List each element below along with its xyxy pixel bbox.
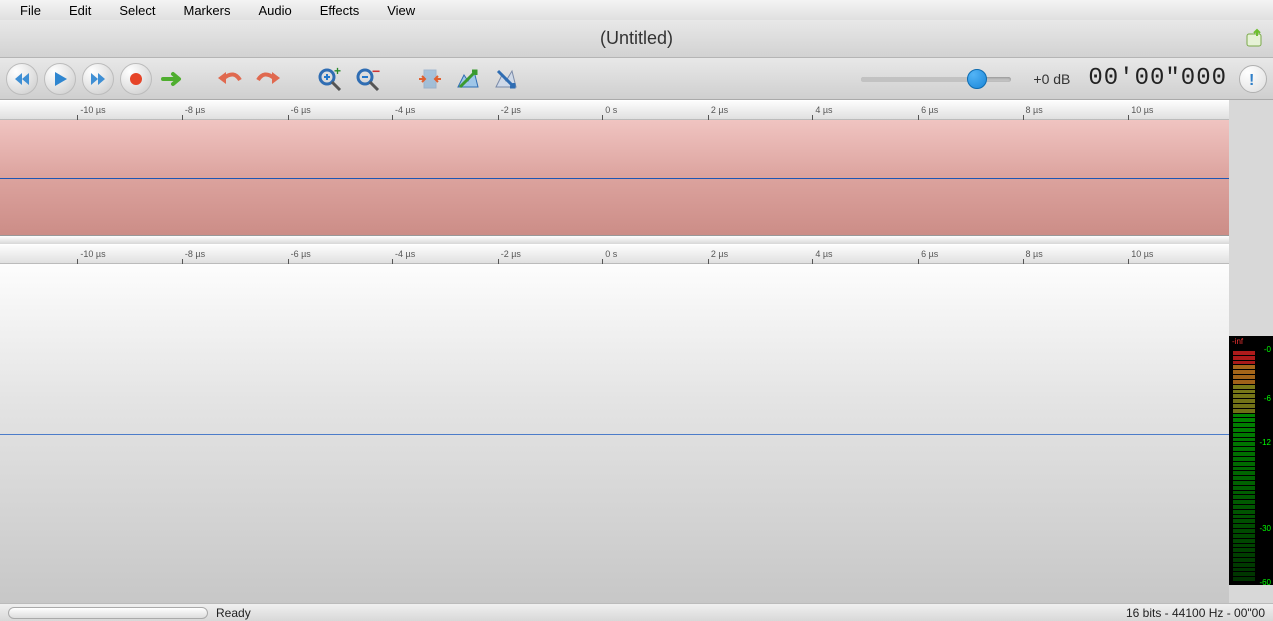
menu-file[interactable]: File — [6, 3, 55, 18]
vu-mark: -30 — [1259, 524, 1271, 533]
menu-markers[interactable]: Markers — [170, 3, 245, 18]
zoom-full-icon[interactable] — [490, 63, 522, 95]
vu-mark: -60 — [1259, 578, 1271, 587]
svg-text:−: − — [372, 67, 380, 79]
undo-button[interactable] — [214, 63, 246, 95]
menu-edit[interactable]: Edit — [55, 3, 105, 18]
volume-slider[interactable] — [861, 72, 1011, 86]
volume-label: +0 dB — [1033, 71, 1070, 87]
status-ready: Ready — [216, 606, 251, 620]
status-bar: Ready 16 bits - 44100 Hz - 00"00 — [0, 603, 1273, 621]
vu-mark: -0 — [1264, 345, 1271, 354]
timecode-display: 00'00"000 — [1088, 65, 1227, 92]
editor-area: -10 µs-8 µs-6 µs-4 µs-2 µs0 s2 µs4 µs6 µ… — [0, 100, 1273, 603]
forward-button[interactable] — [82, 63, 114, 95]
vu-mark: -6 — [1264, 394, 1271, 403]
menu-select[interactable]: Select — [105, 3, 169, 18]
play-button[interactable] — [44, 63, 76, 95]
record-button[interactable] — [120, 63, 152, 95]
svg-text:+: + — [334, 67, 341, 78]
menu-effects[interactable]: Effects — [306, 3, 374, 18]
document-status-icon[interactable] — [1243, 26, 1267, 55]
waveform-track-2[interactable] — [0, 264, 1229, 604]
menu-bar: File Edit Select Markers Audio Effects V… — [0, 0, 1273, 20]
zoom-to-peak-icon[interactable] — [452, 63, 484, 95]
zoom-out-button[interactable]: − — [352, 63, 384, 95]
redo-button[interactable] — [252, 63, 284, 95]
time-ruler-bottom[interactable]: -10 µs-8 µs-6 µs-4 µs-2 µs0 s2 µs4 µs6 µ… — [0, 244, 1229, 264]
vu-meter: -inf -0 -6 -12 -30 -60 — [1229, 336, 1273, 585]
track-separator — [0, 236, 1229, 244]
vu-mark: -12 — [1259, 438, 1271, 447]
volume-thumb[interactable] — [967, 69, 987, 89]
zoom-in-button[interactable]: + — [314, 63, 346, 95]
rewind-button[interactable] — [6, 63, 38, 95]
menu-view[interactable]: View — [373, 3, 429, 18]
document-title: (Untitled) — [600, 28, 673, 49]
waveform-track-1[interactable] — [0, 120, 1229, 236]
go-arrow-icon[interactable] — [158, 63, 190, 95]
time-ruler-top[interactable]: -10 µs-8 µs-6 µs-4 µs-2 µs0 s2 µs4 µs6 µ… — [0, 100, 1229, 120]
menu-audio[interactable]: Audio — [244, 3, 305, 18]
horizontal-scrollbar[interactable] — [8, 607, 208, 619]
vu-inf-label: -inf — [1232, 337, 1243, 346]
status-format-info: 16 bits - 44100 Hz - 00"00 — [1126, 606, 1265, 620]
toolbar: + − +0 dB 00'00"000 ! — [0, 58, 1273, 100]
title-bar: (Untitled) — [0, 20, 1273, 58]
svg-text:!: ! — [1249, 72, 1254, 87]
info-button[interactable]: ! — [1239, 65, 1267, 93]
fit-selection-icon[interactable] — [414, 63, 446, 95]
